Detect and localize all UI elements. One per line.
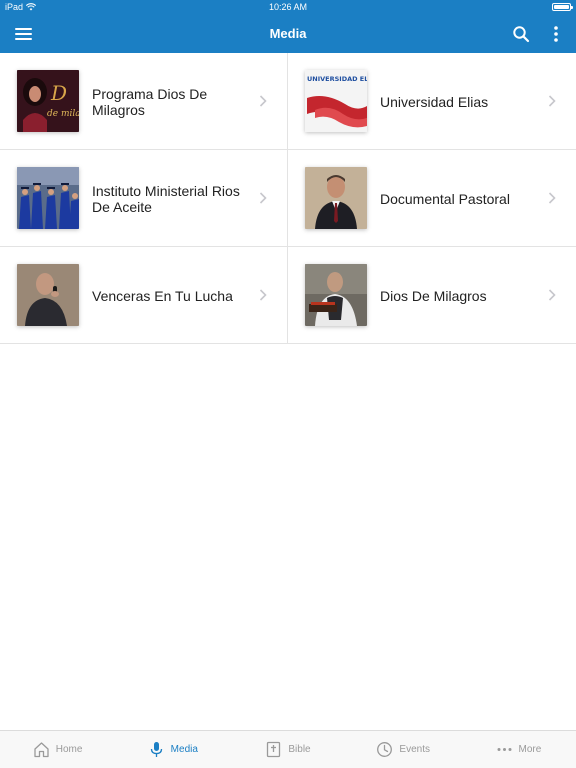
bible-icon [267, 741, 281, 758]
status-bar: iPad 10:26 AM [0, 0, 576, 14]
page-title: Media [269, 26, 307, 41]
search-icon [513, 26, 530, 43]
tab-bible[interactable]: Bible [230, 731, 345, 768]
status-time: 10:26 AM [268, 2, 308, 12]
preacher-at-pulpit-thumbnail [305, 264, 367, 326]
graduation-ceremony-thumbnail [17, 167, 79, 229]
chevron-right-icon [548, 95, 556, 107]
programa-dios-de-milagros-thumbnail: D de mila [17, 70, 79, 132]
tab-label: Home [55, 744, 83, 755]
media-tile-label: Instituto Ministerial Rios De Aceite [92, 182, 240, 215]
ellipsis-icon [497, 748, 512, 751]
media-tile-label: Documental Pastoral [380, 190, 510, 207]
media-tile-label: Programa Dios De Milagros [92, 85, 208, 118]
microphone-icon [150, 742, 162, 757]
tab-events[interactable]: Events [346, 731, 461, 768]
tab-label: Events [399, 744, 430, 755]
media-tile-label: Venceras En Tu Lucha [92, 287, 233, 304]
app-screen: iPad 10:26 AM Media D de mila Programa D… [0, 0, 576, 768]
media-tile-dios-de-milagros[interactable]: Dios De Milagros [288, 247, 576, 344]
svg-text:de mila: de mila [47, 109, 79, 119]
tab-media[interactable]: Media [115, 731, 230, 768]
tab-label: More [518, 744, 542, 755]
media-tile-label: Dios De Milagros [380, 287, 487, 304]
media-tile-programa-dios-de-milagros[interactable]: D de mila Programa Dios De Milagros [0, 53, 288, 150]
svg-text:D: D [50, 81, 67, 105]
chevron-right-icon [548, 289, 556, 301]
media-grid: D de mila Programa Dios De Milagros UNIV… [0, 53, 576, 344]
clock-icon [377, 742, 393, 757]
media-tile-label: Universidad Elias [380, 93, 489, 110]
preacher-with-microphone-thumbnail [17, 264, 79, 326]
universidad-elias-logo-thumbnail: UNIVERSIDAD ELIAS [305, 70, 367, 132]
tab-more[interactable]: More [461, 731, 576, 768]
nav-bar: Media [0, 14, 576, 53]
media-tile-documental-pastoral[interactable]: Documental Pastoral [288, 150, 576, 247]
pastor-portrait-thumbnail [305, 167, 367, 229]
home-icon [34, 742, 49, 758]
tab-label: Media [170, 744, 198, 755]
search-button[interactable] [512, 25, 530, 43]
overflow-menu-button[interactable] [552, 25, 560, 43]
battery-icon [552, 3, 573, 11]
tab-home[interactable]: Home [0, 731, 115, 768]
chevron-right-icon [259, 192, 267, 204]
media-tile-instituto-ministerial[interactable]: Instituto Ministerial Rios De Aceite [0, 150, 288, 247]
chevron-right-icon [259, 289, 267, 301]
media-tile-venceras-en-tu-lucha[interactable]: Venceras En Tu Lucha [0, 247, 288, 344]
tab-bar: Home Media Bible Events More [0, 730, 576, 768]
chevron-right-icon [259, 95, 267, 107]
chevron-right-icon [548, 192, 556, 204]
vertical-ellipsis-icon [554, 26, 558, 42]
logo-text: UNIVERSIDAD ELIAS [307, 75, 367, 83]
tab-label: Bible [288, 744, 311, 755]
media-tile-universidad-elias[interactable]: UNIVERSIDAD ELIAS Universidad Elias [288, 53, 576, 150]
